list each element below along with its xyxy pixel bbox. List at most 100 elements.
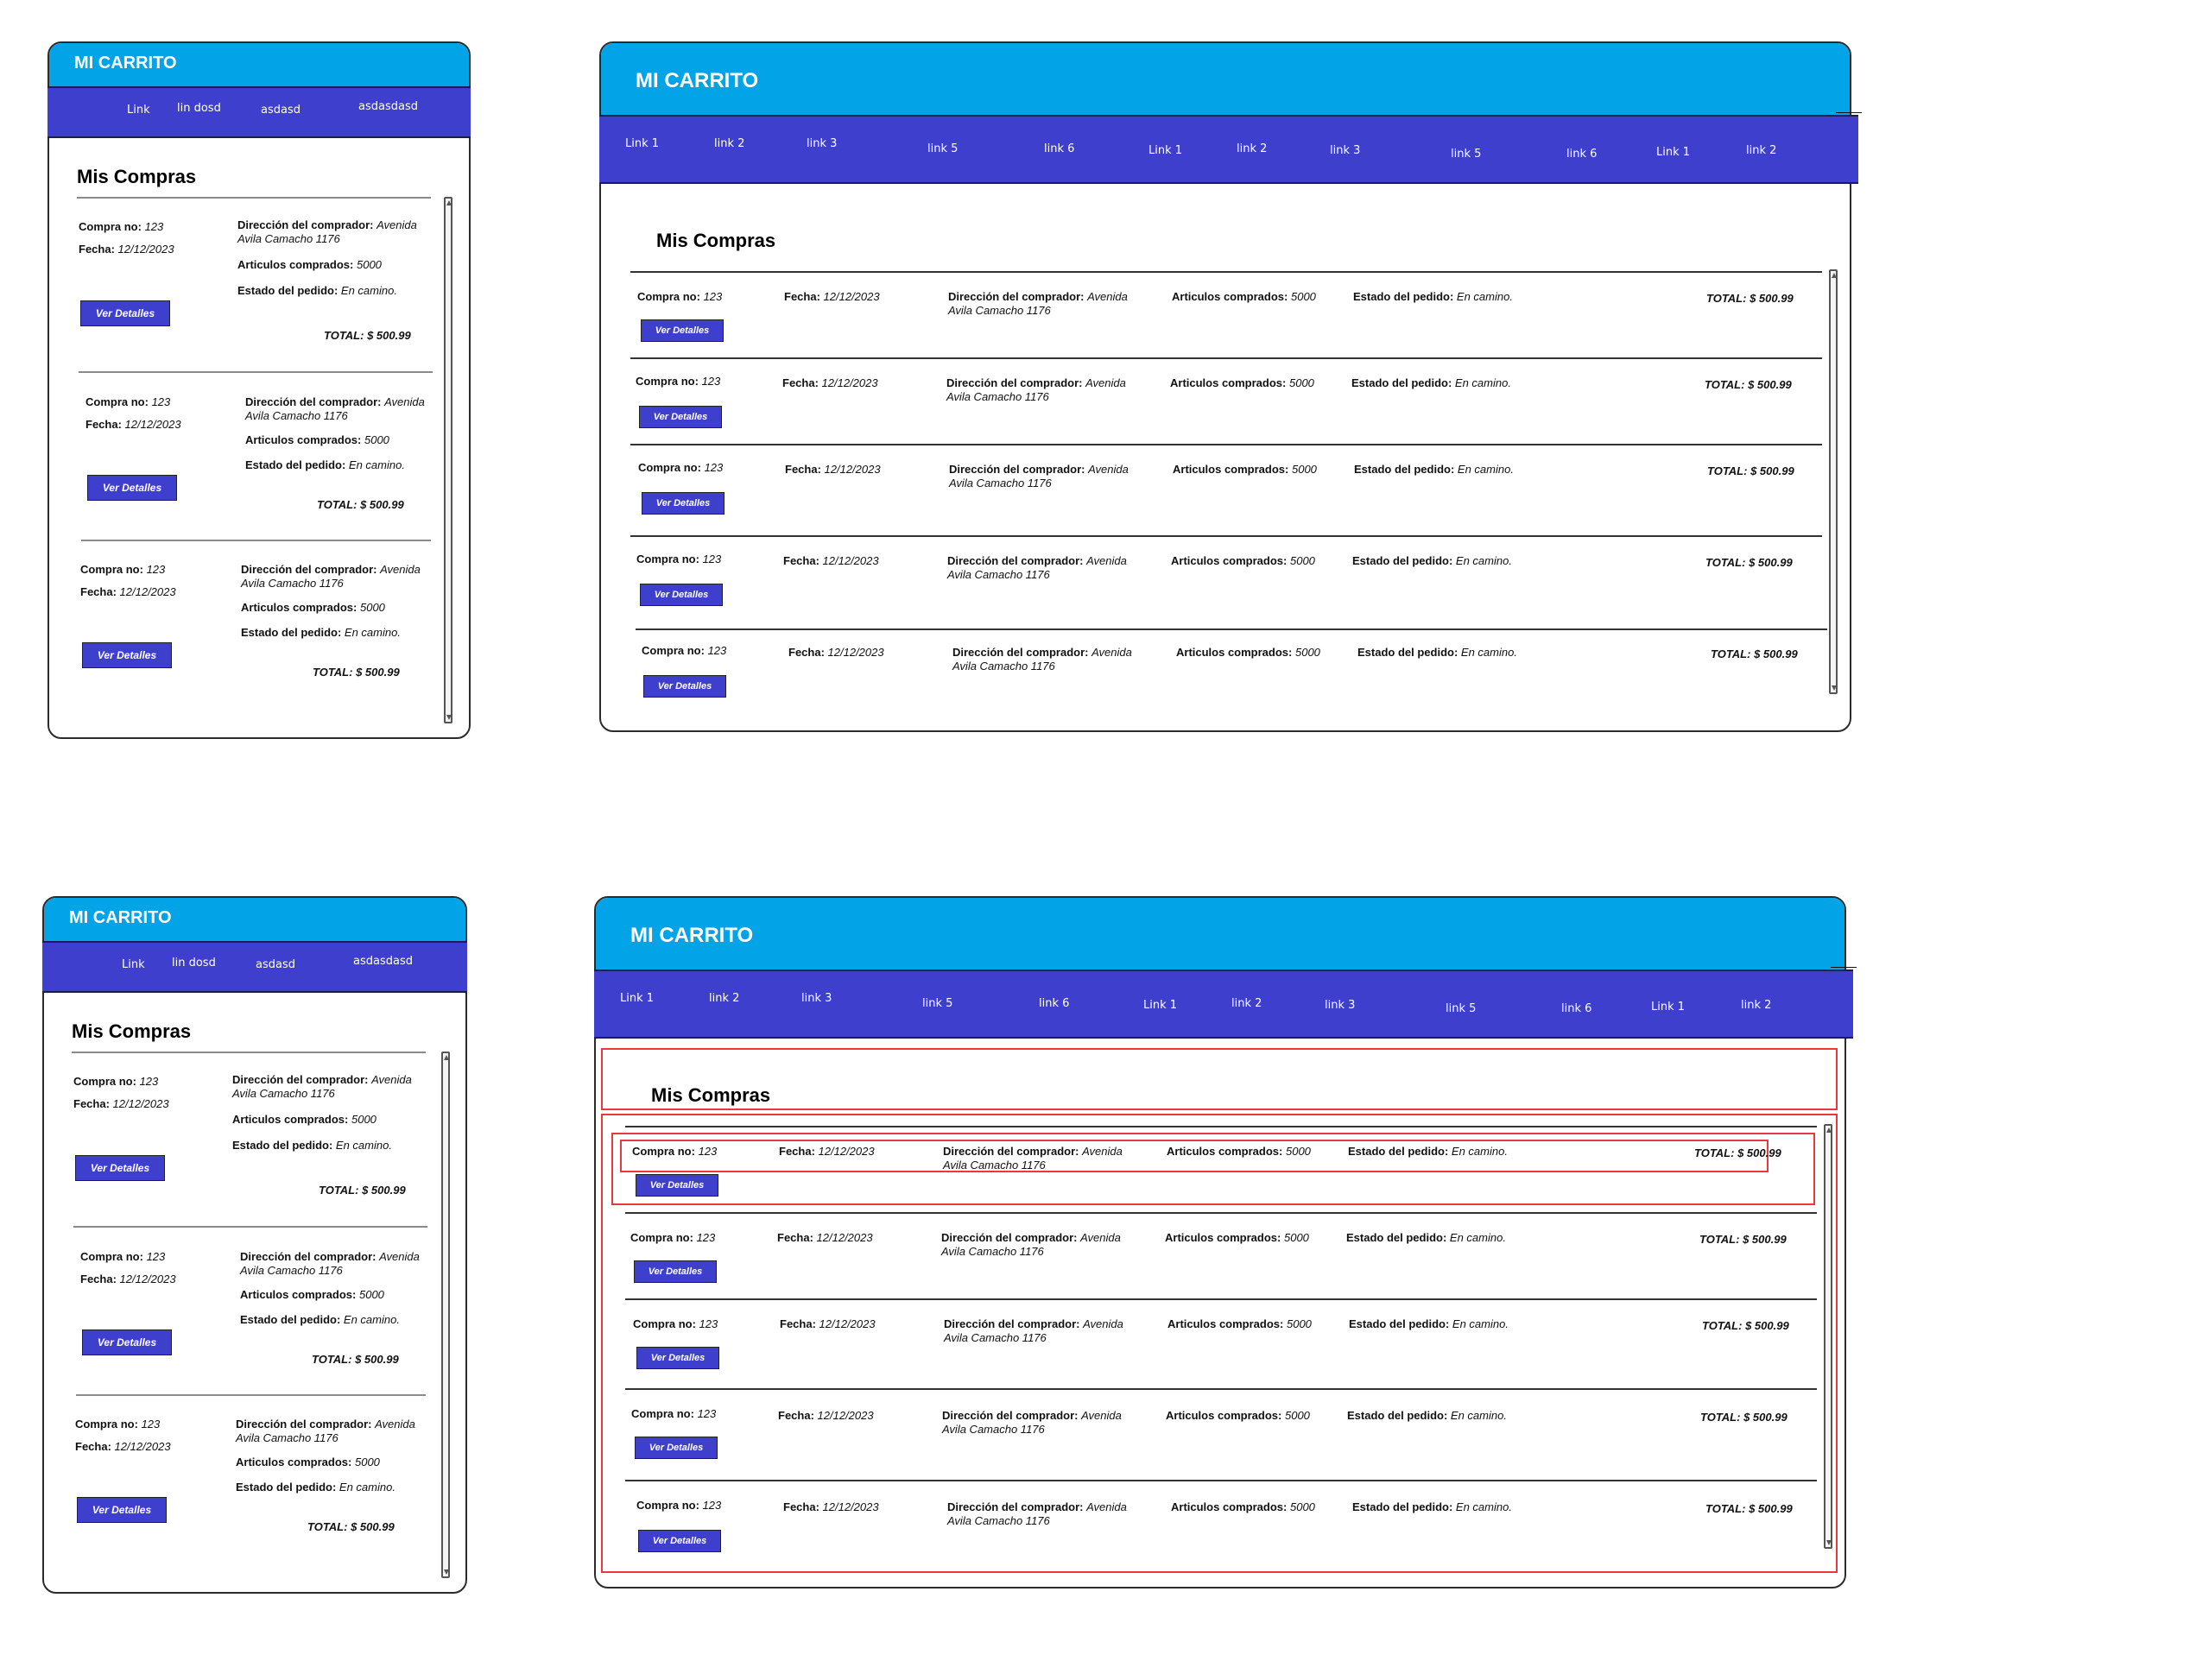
nav-link[interactable]: link 5 <box>922 997 952 1010</box>
nav-link[interactable]: link 6 <box>1039 997 1069 1010</box>
items-purchased: Articulos comprados: 5000 <box>241 601 385 614</box>
nav-link-3[interactable]: asdasd <box>261 104 301 117</box>
nav-link[interactable]: link 2 <box>714 137 744 150</box>
nav-link[interactable]: link 2 <box>1237 142 1267 155</box>
scrollbar[interactable] <box>441 1052 450 1578</box>
nav-link-4[interactable]: asdasdasd <box>353 955 413 968</box>
order-number: Compra no: 123 <box>633 1317 718 1330</box>
items-purchased: Articulos comprados: 5000 <box>1173 463 1317 476</box>
mockup-mobile-2: MI CARRITO Link lin dosd asdasd asdasdas… <box>42 896 467 1594</box>
nav-link-2[interactable]: lin dosd <box>172 957 216 969</box>
scroll-down-icon[interactable] <box>446 715 452 720</box>
scroll-up-icon[interactable] <box>446 200 452 205</box>
nav-link[interactable]: Link 1 <box>625 137 659 150</box>
nav-link[interactable]: link 3 <box>1330 144 1360 157</box>
nav-bar: Link lin dosd asdasd asdasdasd <box>47 86 471 138</box>
order-status: Estado del pedido: En camino. <box>1357 646 1517 659</box>
order-number: Compra no: 123 <box>80 1250 166 1263</box>
buyer-address-line2: Avila Camacho 1176 <box>942 1423 1045 1436</box>
view-details-button[interactable]: Ver Detalles <box>641 319 724 342</box>
items-purchased: Articulos comprados: 5000 <box>1170 376 1314 389</box>
scroll-up-icon[interactable] <box>1832 273 1837 278</box>
buyer-address-line2: Avila Camacho 1176 <box>241 577 344 590</box>
nav-link[interactable]: link 2 <box>1746 144 1776 157</box>
order-date: Fecha: 12/12/2023 <box>788 646 884 659</box>
nav-link[interactable]: link 6 <box>1561 1002 1591 1015</box>
view-details-button[interactable]: Ver Detalles <box>87 475 177 501</box>
scrollbar[interactable] <box>444 197 452 723</box>
nav-link[interactable]: link 6 <box>1566 148 1597 161</box>
order-number: Compra no: 123 <box>636 375 721 388</box>
order-date: Fecha: 12/12/2023 <box>783 554 879 567</box>
scroll-down-icon[interactable] <box>444 1569 449 1575</box>
nav-link[interactable]: Link 1 <box>1143 999 1177 1012</box>
items-purchased: Articulos comprados: 5000 <box>1167 1317 1312 1330</box>
order-status: Estado del pedido: En camino. <box>232 1139 392 1152</box>
nav-link[interactable]: link 2 <box>709 992 739 1005</box>
view-details-button[interactable]: Ver Detalles <box>639 406 722 428</box>
order-date: Fecha: 12/12/2023 <box>79 243 174 256</box>
nav-link[interactable]: link 2 <box>1741 999 1771 1012</box>
items-purchased: Articulos comprados: 5000 <box>232 1113 376 1126</box>
nav-link[interactable]: link 3 <box>1325 999 1355 1012</box>
view-details-button[interactable]: Ver Detalles <box>80 300 170 326</box>
view-details-button[interactable]: Ver Detalles <box>636 1174 718 1197</box>
nav-link[interactable]: Link 1 <box>620 992 654 1005</box>
nav-link[interactable]: link 3 <box>801 992 832 1005</box>
view-details-button[interactable]: Ver Detalles <box>634 1260 717 1283</box>
header-edge-line <box>1831 967 1857 968</box>
view-details-button[interactable]: Ver Detalles <box>635 1437 718 1459</box>
nav-link[interactable]: link 2 <box>1231 997 1262 1010</box>
app-header: MI CARRITO <box>49 43 469 86</box>
header-edge-line <box>1836 112 1862 113</box>
scroll-up-icon[interactable] <box>444 1055 449 1060</box>
nav-link-1[interactable]: Link <box>122 958 145 971</box>
nav-link[interactable]: Link 1 <box>1656 146 1690 159</box>
view-details-button[interactable]: Ver Detalles <box>640 584 723 606</box>
buyer-address-line2: Avila Camacho 1176 <box>941 1245 1044 1258</box>
nav-link[interactable]: link 5 <box>927 142 958 155</box>
highlight-title-area <box>601 1048 1838 1110</box>
buyer-address-line2: Avila Camacho 1176 <box>240 1264 343 1277</box>
nav-link[interactable]: Link 1 <box>1148 144 1182 157</box>
nav-link[interactable]: Link 1 <box>1651 1001 1685 1014</box>
app-title: MI CARRITO <box>630 924 754 947</box>
nav-link[interactable]: link 5 <box>1451 148 1481 161</box>
order-status: Estado del pedido: En camino. <box>241 626 401 639</box>
items-purchased: Articulos comprados: 5000 <box>1176 646 1320 659</box>
nav-link-4[interactable]: asdasdasd <box>358 100 418 113</box>
nav-link-3[interactable]: asdasd <box>256 958 295 971</box>
scroll-up-icon[interactable] <box>1826 1127 1832 1133</box>
order-total: TOTAL: $ 500.99 <box>1705 556 1793 569</box>
order-status: Estado del pedido: En camino. <box>240 1313 400 1326</box>
nav-link-1[interactable]: Link <box>127 104 150 117</box>
order-date: Fecha: 12/12/2023 <box>779 1145 875 1158</box>
order-total: TOTAL: $ 500.99 <box>313 666 400 679</box>
row-divider <box>630 444 1822 445</box>
scroll-down-icon[interactable] <box>1826 1540 1832 1545</box>
view-details-button[interactable]: Ver Detalles <box>75 1155 165 1181</box>
view-details-button[interactable]: Ver Detalles <box>82 1329 172 1355</box>
nav-link[interactable]: link 6 <box>1044 142 1074 155</box>
title-divider <box>630 271 1822 273</box>
order-total: TOTAL: $ 500.99 <box>319 1184 406 1197</box>
view-details-button[interactable]: Ver Detalles <box>642 492 725 515</box>
view-details-button[interactable]: Ver Detalles <box>82 642 172 668</box>
buyer-address-line2: Avila Camacho 1176 <box>946 390 1049 403</box>
view-details-button[interactable]: Ver Detalles <box>77 1497 167 1523</box>
view-details-button[interactable]: Ver Detalles <box>643 675 726 698</box>
buyer-address: Dirección del comprador: Avenida <box>241 563 421 576</box>
row-divider <box>625 1388 1817 1390</box>
nav-link[interactable]: link 3 <box>807 137 837 150</box>
view-details-button[interactable]: Ver Detalles <box>638 1530 721 1552</box>
order-status: Estado del pedido: En camino. <box>1346 1231 1506 1244</box>
items-purchased: Articulos comprados: 5000 <box>236 1456 380 1468</box>
nav-link[interactable]: link 5 <box>1446 1002 1476 1015</box>
buyer-address-line2: Avila Camacho 1176 <box>947 1514 1050 1527</box>
scrollbar[interactable] <box>1824 1124 1832 1549</box>
scroll-down-icon[interactable] <box>1832 685 1837 691</box>
nav-link-2[interactable]: lin dosd <box>177 102 221 115</box>
view-details-button[interactable]: Ver Detalles <box>636 1347 719 1369</box>
items-purchased: Articulos comprados: 5000 <box>1167 1145 1311 1158</box>
scrollbar[interactable] <box>1829 269 1838 694</box>
